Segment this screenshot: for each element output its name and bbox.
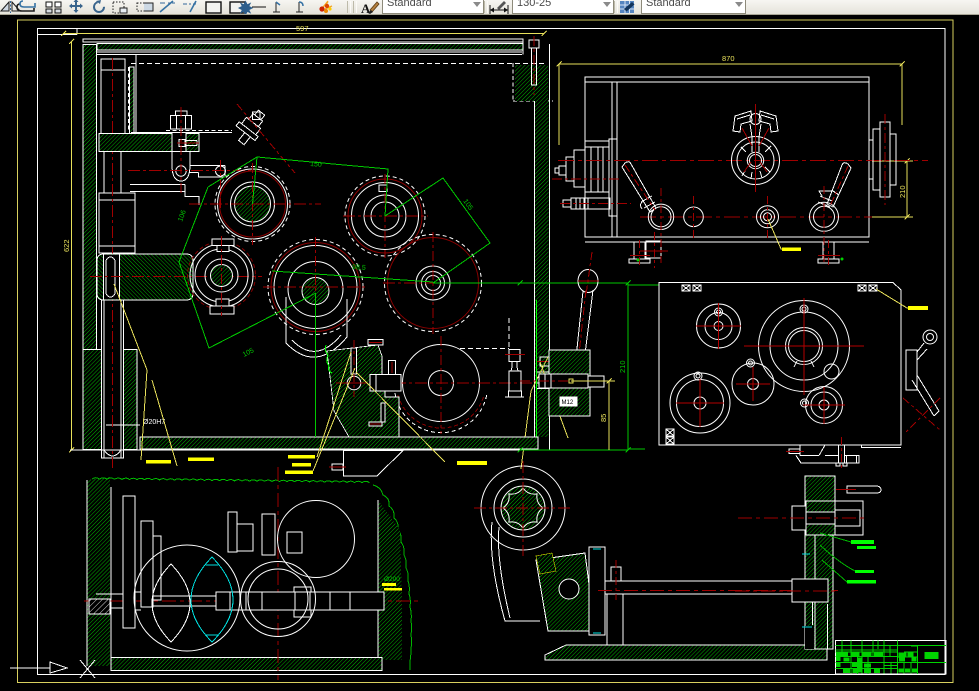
svg-text:622: 622 — [62, 239, 71, 252]
svg-text:210: 210 — [618, 360, 627, 373]
svg-text:98.5: 98.5 — [352, 264, 366, 272]
svg-text:85: 85 — [599, 414, 608, 422]
svg-text:M12: M12 — [562, 400, 574, 406]
svg-text:597: 597 — [296, 24, 309, 33]
svg-text:Ø20H7: Ø20H7 — [143, 419, 165, 426]
svg-text:210: 210 — [898, 185, 907, 198]
svg-text:870: 870 — [722, 54, 735, 63]
svg-text:150: 150 — [310, 161, 322, 169]
svg-text:Ø200: Ø200 — [384, 576, 400, 583]
